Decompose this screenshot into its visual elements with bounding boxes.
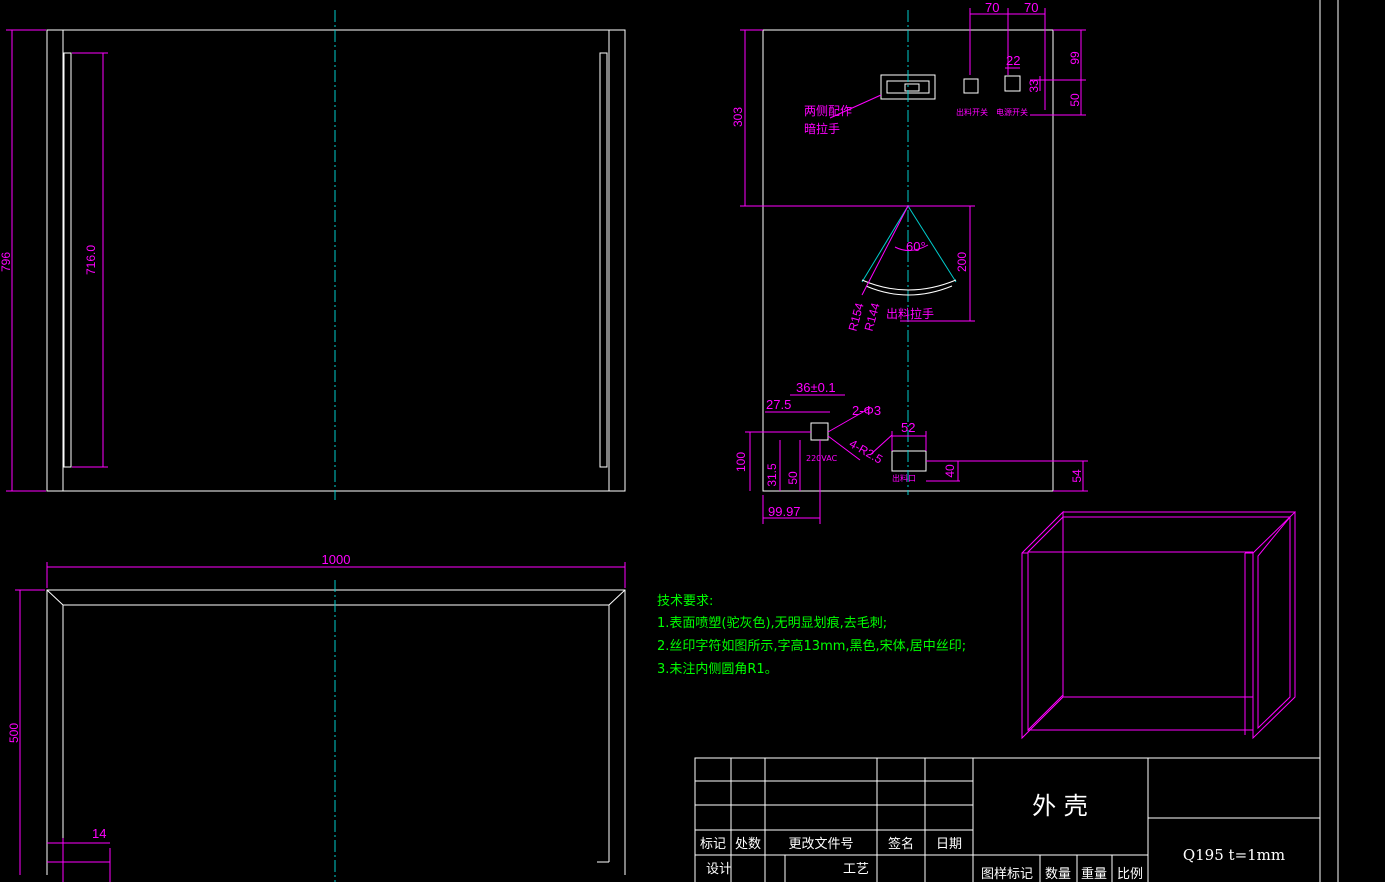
- tb-count: 处数: [735, 837, 761, 852]
- dim-31-5: 31.5: [765, 463, 779, 487]
- tb-date: 日期: [936, 837, 962, 852]
- tech-line-3: 3.未注内侧圆角R1。: [657, 661, 778, 677]
- isometric-view: [1021, 510, 1296, 740]
- tb-doc: 更改文件号: [788, 837, 853, 852]
- label-out-handle: 出料拉手: [886, 306, 934, 321]
- dim-303: 303: [731, 107, 745, 127]
- dim-2phi3: 2-Φ3: [852, 403, 881, 418]
- dim-500: 500: [7, 723, 21, 743]
- drawing-border: [1319, 0, 1339, 882]
- tech-line-1: 1.表面喷塑(驼灰色),无明显划痕,去毛刺;: [657, 615, 887, 631]
- top-dims: [15, 562, 626, 882]
- dim-54: 54: [1070, 469, 1084, 483]
- tech-heading: 技术要求:: [657, 594, 713, 609]
- dim-1000: 1000: [322, 552, 351, 567]
- part-name: 外 壳: [1032, 792, 1088, 820]
- dim-33: 33: [1027, 79, 1041, 93]
- dim-22: 22: [1006, 53, 1020, 68]
- dim-50-top: 50: [1068, 93, 1082, 107]
- dim-36: 36±0.1: [796, 380, 836, 395]
- dim-99-97: 99.97: [768, 504, 801, 519]
- dim-70b: 70: [1024, 0, 1038, 15]
- tb-sample: 图样标记: [981, 867, 1033, 882]
- dim-99: 99: [1068, 51, 1082, 65]
- dim-14: 14: [92, 826, 106, 841]
- material-spec: Q195 t=1mm: [1183, 846, 1285, 864]
- tb-sign: 签名: [888, 836, 914, 852]
- tb-weight: 重量: [1081, 866, 1107, 882]
- dim-70a: 70: [985, 0, 999, 15]
- tb-mark: 标记: [700, 837, 726, 852]
- cad-drawing-canvas: 796 716.0 1000 500 14 70 70 99 22 33 50 …: [0, 0, 1339, 882]
- tech-line-2: 2.丝印字符如图所示,字高13mm,黑色,宋体,居中丝印;: [657, 638, 966, 654]
- label-handle-1: 两侧配作: [804, 104, 852, 118]
- tb-process: 工艺: [843, 862, 869, 877]
- dim-40: 40: [943, 464, 957, 478]
- tb-qty: 数量: [1045, 867, 1071, 882]
- label-handle-2: 暗拉手: [804, 121, 840, 136]
- voltage-label: 220VAC: [806, 454, 838, 463]
- dim-4r: 4-R2.5: [847, 436, 885, 466]
- label-switch-out: 出料开关: [956, 107, 988, 117]
- top-view: [46, 589, 626, 875]
- dim-716: 716.0: [84, 245, 98, 275]
- tb-scale: 比例: [1117, 867, 1143, 882]
- label-outlet: 出料口: [892, 473, 916, 483]
- tb-design: 设计: [706, 862, 732, 877]
- front-view: [46, 29, 626, 492]
- dim-100: 100: [734, 452, 748, 472]
- dim-200: 200: [955, 252, 969, 272]
- angle-60: 60°: [906, 239, 926, 254]
- label-switch-power: 电源开关: [996, 107, 1028, 117]
- dim-796: 796: [0, 252, 13, 272]
- dim-50-bot: 50: [786, 471, 800, 485]
- dim-52: 52: [901, 420, 915, 435]
- dim-27-5: 27.5: [766, 397, 791, 412]
